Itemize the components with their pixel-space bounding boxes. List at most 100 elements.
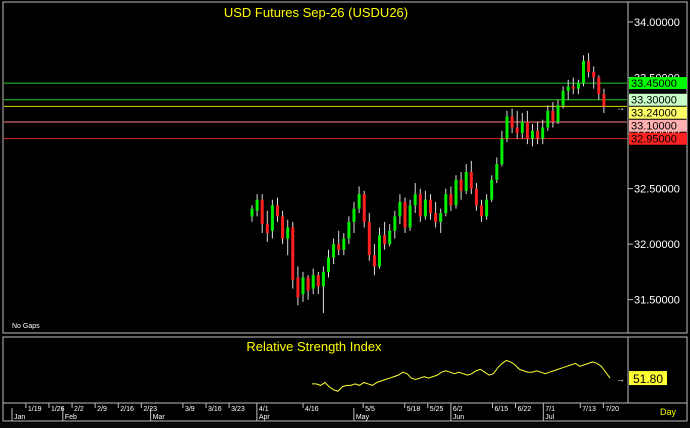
candle-body bbox=[372, 255, 376, 267]
price-level-label: 33.24000 bbox=[631, 108, 677, 120]
candle-body bbox=[311, 275, 315, 289]
candle-body bbox=[602, 94, 606, 107]
month-label: Mar bbox=[153, 414, 166, 421]
candle-body bbox=[480, 205, 483, 217]
candle-body bbox=[352, 208, 356, 222]
candle-body bbox=[276, 205, 279, 217]
x-tick-label: 7/13 bbox=[582, 406, 596, 413]
candle-body bbox=[459, 179, 463, 191]
candle-body bbox=[464, 171, 468, 191]
x-tick-label: 7/20 bbox=[605, 406, 619, 413]
candle-body bbox=[398, 201, 402, 217]
candle-body bbox=[449, 194, 453, 206]
candle-body bbox=[556, 105, 560, 122]
candle-body bbox=[291, 227, 295, 280]
candle-body bbox=[469, 171, 473, 189]
candle-body bbox=[536, 130, 540, 139]
candle-body bbox=[444, 194, 448, 214]
main-panel bbox=[2, 1, 629, 334]
candle-body bbox=[270, 205, 274, 231]
candle-body bbox=[260, 199, 264, 225]
x-tick-label: 6/2 bbox=[453, 406, 463, 413]
candle-body bbox=[403, 201, 407, 228]
candle-body bbox=[474, 188, 478, 206]
y-tick-label: 32.50000 bbox=[634, 184, 680, 196]
x-tick-label: 2/16 bbox=[120, 406, 134, 413]
x-tick-label: 6/22 bbox=[518, 406, 532, 413]
candle-body bbox=[393, 216, 397, 231]
candle-body bbox=[500, 138, 504, 165]
candle-body bbox=[576, 83, 580, 89]
candle-body bbox=[332, 244, 336, 258]
candle-body bbox=[423, 199, 427, 217]
candle-body bbox=[597, 77, 601, 95]
candle-body bbox=[296, 277, 300, 298]
x-tick-label: 4/16 bbox=[305, 406, 319, 413]
candle-body bbox=[347, 221, 351, 239]
month-label: Feb bbox=[65, 414, 77, 421]
candle-body bbox=[561, 90, 565, 106]
x-tick-label: 1/19 bbox=[28, 406, 42, 413]
candle-body bbox=[454, 179, 458, 206]
month-label: Jul bbox=[545, 414, 554, 421]
candle-body bbox=[418, 194, 422, 217]
x-tick-label: 6/15 bbox=[494, 406, 508, 413]
candle-body bbox=[490, 179, 494, 200]
price-level-label: 32.95000 bbox=[631, 134, 677, 146]
candle-body bbox=[495, 164, 499, 180]
candle-body bbox=[510, 116, 514, 128]
x-tick-label: 3/23 bbox=[231, 406, 245, 413]
candle-body bbox=[357, 194, 361, 209]
candle-body bbox=[321, 271, 325, 287]
candle-body bbox=[582, 60, 585, 84]
x-tick-label: 4/1 bbox=[259, 406, 269, 413]
candle-body bbox=[362, 194, 366, 222]
chart-title: USD Futures Sep-26 (USDU26) bbox=[224, 5, 408, 20]
rsi-axis bbox=[627, 336, 688, 404]
candle-body bbox=[541, 127, 545, 139]
x-tick-label: 5/5 bbox=[365, 406, 375, 413]
candle-body bbox=[265, 224, 269, 234]
candle-body bbox=[566, 86, 570, 91]
candle-body bbox=[281, 216, 285, 239]
x-tick-label: 2/9 bbox=[97, 406, 107, 413]
candle-body bbox=[316, 275, 320, 287]
candle-body bbox=[505, 116, 509, 139]
y-tick-label: 31.50000 bbox=[634, 295, 680, 307]
candle-body bbox=[306, 277, 310, 291]
candle-body bbox=[551, 110, 555, 122]
candle-body bbox=[337, 244, 341, 250]
x-tick-label: 3/16 bbox=[208, 406, 222, 413]
candle-body bbox=[592, 71, 596, 78]
candle-body bbox=[286, 227, 290, 239]
y-tick-label: 32.00000 bbox=[634, 239, 680, 251]
candle-body bbox=[327, 257, 330, 272]
y-tick-label: 34.00000 bbox=[634, 17, 680, 29]
candle-body bbox=[413, 194, 417, 206]
candle-body bbox=[342, 238, 346, 250]
price-axis bbox=[627, 1, 688, 334]
period-label: Day bbox=[660, 407, 677, 417]
candle-body bbox=[378, 235, 381, 267]
candle-body bbox=[367, 221, 371, 256]
candle-body bbox=[531, 130, 534, 139]
x-tick-label: 7/1 bbox=[545, 406, 555, 413]
no-gaps-note: No Gaps bbox=[12, 323, 40, 330]
candle-body bbox=[485, 199, 489, 217]
candle-body bbox=[520, 121, 524, 134]
candle-body bbox=[587, 60, 591, 72]
month-label: Jun bbox=[453, 414, 464, 421]
x-tick-label: 5/25 bbox=[430, 406, 444, 413]
candle-body bbox=[408, 205, 412, 228]
month-label: Jan bbox=[14, 414, 25, 421]
candle-body bbox=[439, 213, 443, 222]
chart-canvas: → 34.0000033.5000033.0000032.5000032.000… bbox=[2, 1, 688, 422]
price-level-label: 33.30000 bbox=[631, 95, 677, 107]
candle-body bbox=[250, 208, 254, 217]
month-label: May bbox=[356, 414, 370, 421]
month-label: Apr bbox=[259, 414, 271, 421]
price-level-label: 33.45000 bbox=[631, 78, 677, 90]
candle-body bbox=[525, 121, 529, 139]
candle-body bbox=[383, 235, 387, 245]
chart-window: → 34.0000033.5000033.0000032.5000032.000… bbox=[0, 0, 690, 423]
